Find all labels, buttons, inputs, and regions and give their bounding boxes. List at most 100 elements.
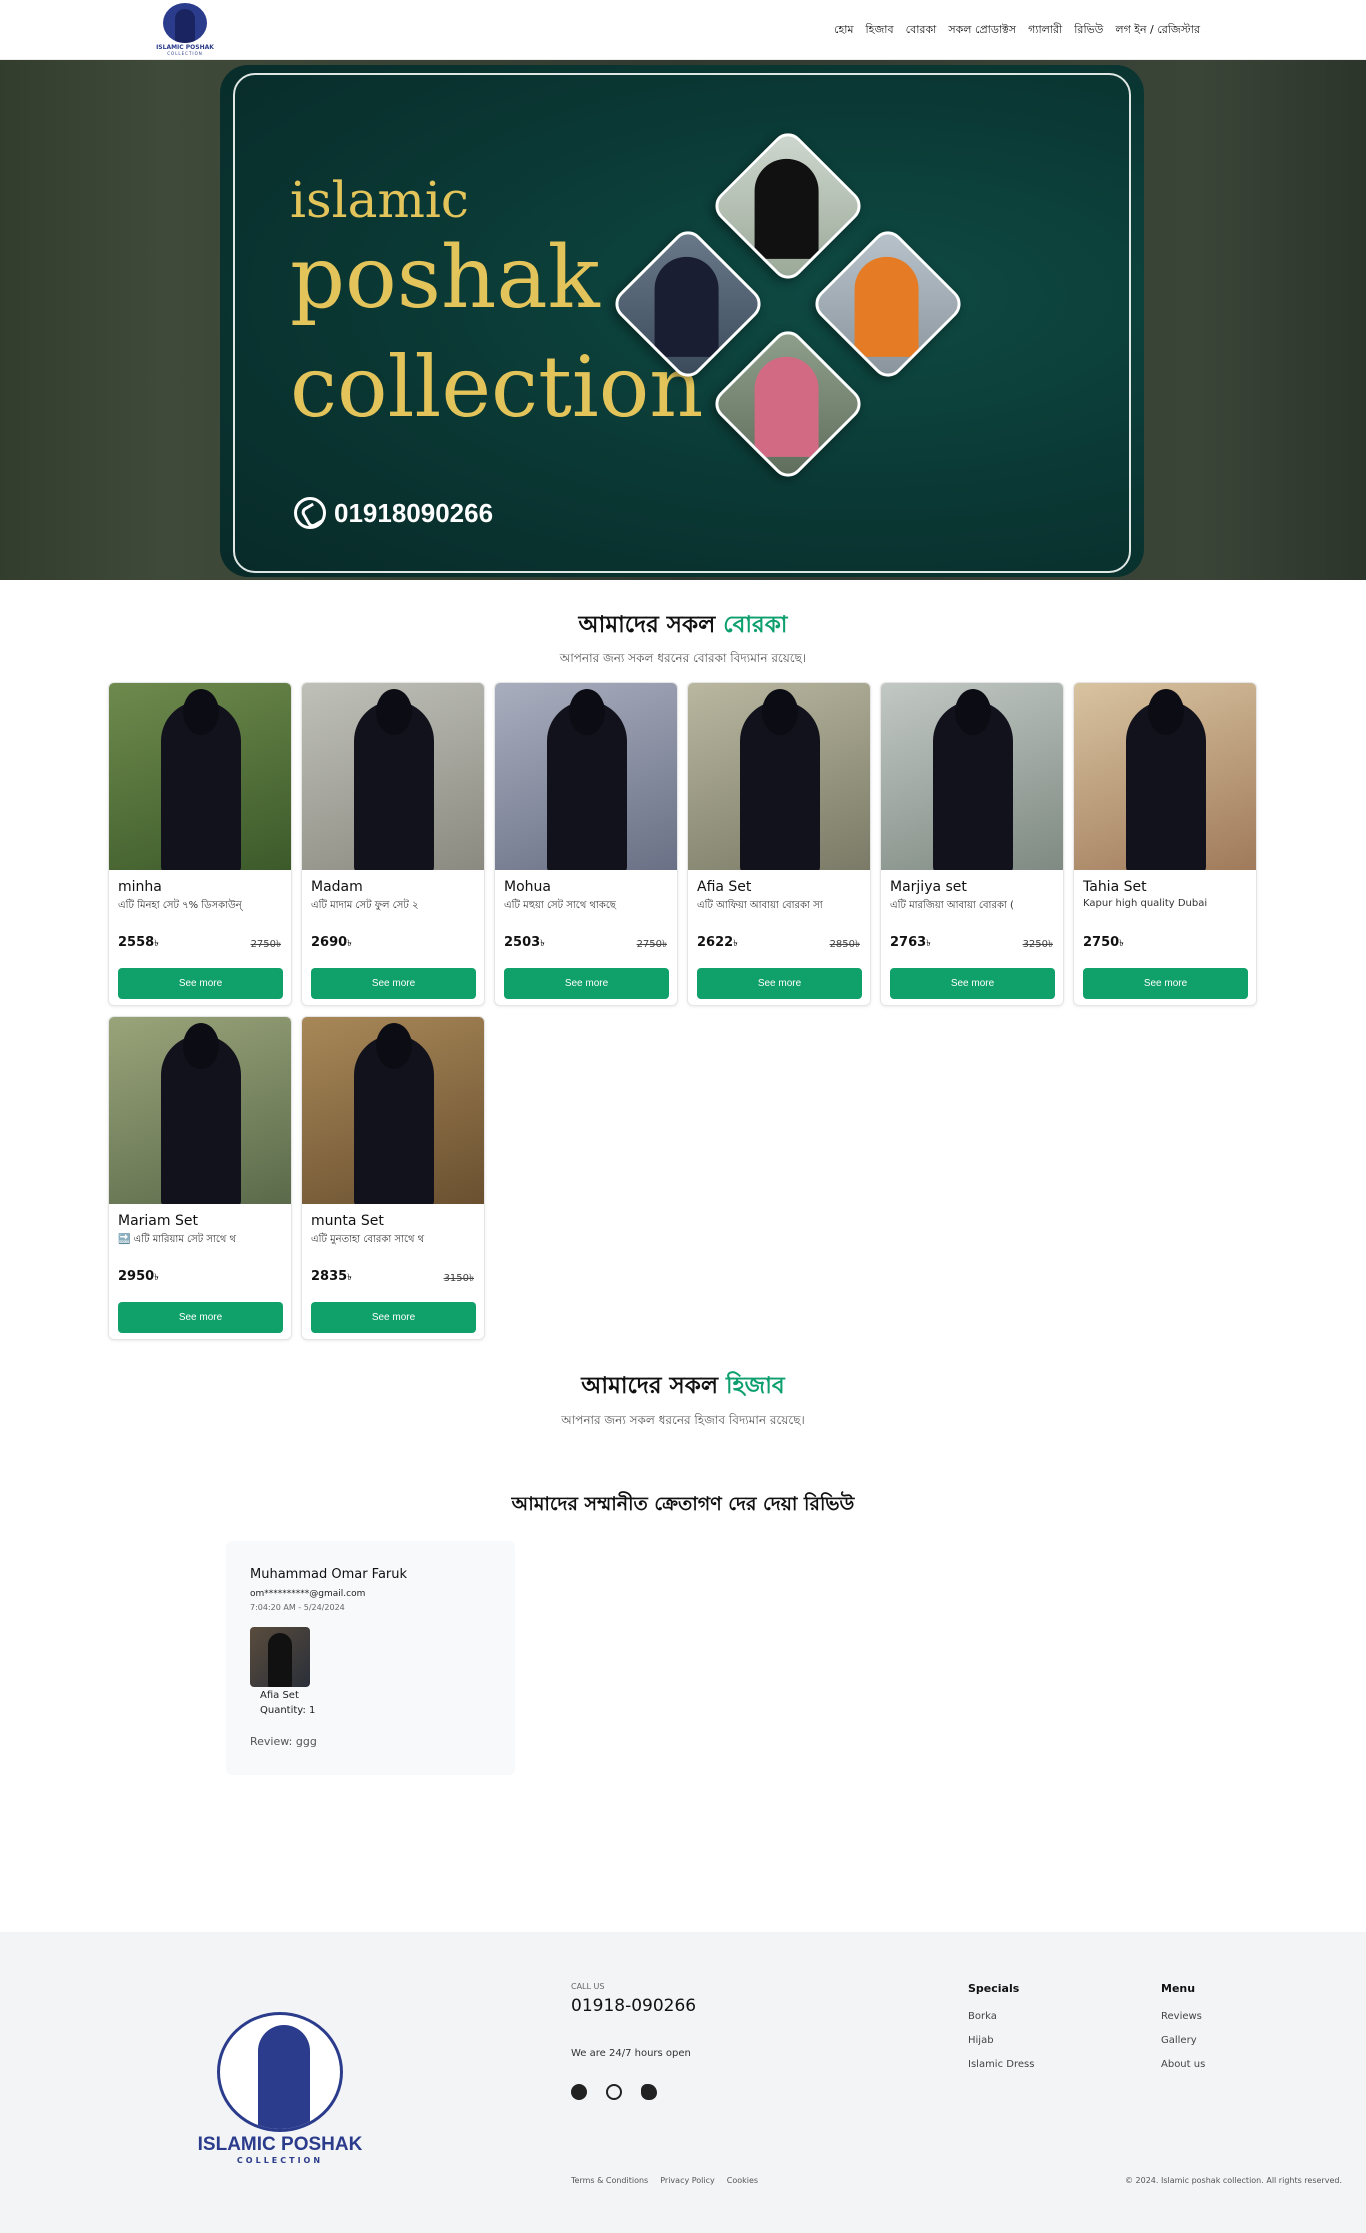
product-image[interactable] [495,683,677,870]
terms-link[interactable]: Terms & Conditions [571,2176,648,2185]
hijab-section-title: আমাদের সকল হিজাব [581,1372,785,1399]
product-card[interactable]: Madam এটি মাদাম সেট ফুল সেট ২ 2690৳ See mor… [301,682,485,1006]
footer-logo[interactable]: ISLAMIC POSHAK COLLECTION [180,2012,380,2165]
review-product-name: Afia Set [260,1690,299,1701]
footer-link-borka[interactable]: Borka [968,2011,1034,2022]
see-more-button[interactable]: See more [890,968,1055,999]
review-text: Review: ggg [250,1735,317,1748]
site-logo[interactable]: ISLAMIC POSHAK COLLECTION [152,3,218,57]
product-image[interactable] [109,683,291,870]
product-price: 2950৳ [118,1269,159,1284]
product-old-price: 2750৳ [636,939,667,950]
footer-specials-title: Specials [968,1982,1020,1995]
product-description: এটি মহুয়া সেট সাথে থাকছে [504,900,616,911]
footer-logo-emblem-icon [217,2012,343,2132]
product-name[interactable]: Mohua [504,879,551,895]
logo-text: ISLAMIC POSHAK [156,44,214,51]
product-description: Kapur high quality Dubai [1083,898,1208,909]
footer-call-us-label: CALL US [571,1982,605,1991]
product-card[interactable]: Mohua এটি মহুয়া সেট সাথে থাকছে 2503৳ 2750৳… [494,682,678,1006]
footer-link-reviews[interactable]: Reviews [1161,2011,1205,2022]
product-image[interactable] [302,1017,484,1204]
product-price: 2690৳ [311,935,352,950]
hero-phone-number: 01918090266 [334,497,494,528]
hero-title-line3: collection [290,338,704,436]
footer-menu-title: Menu [1161,1982,1196,1995]
footer-menu: Menu Reviews Gallery About us [1161,1982,1205,2083]
product-image[interactable] [109,1017,291,1204]
product-name[interactable]: Mariam Set [118,1213,198,1229]
cookies-link[interactable]: Cookies [727,2176,758,2185]
logo-emblem-icon [163,3,207,43]
reviewer-name: Muhammad Omar Faruk [250,1567,408,1582]
nav-hijab[interactable]: হিজাব [866,21,894,40]
hero-phone: 01918090266 [294,497,493,529]
hero-card: islamic poshak collection 01918090266 [220,65,1144,577]
product-name[interactable]: Afia Set [697,879,751,895]
see-more-button[interactable]: See more [697,968,862,999]
see-more-button[interactable]: See more [311,1302,476,1333]
navbar: ISLAMIC POSHAK COLLECTION হোম হিজাব বোরক… [0,0,1366,60]
footer-hours: We are 24/7 hours open [571,2048,691,2059]
footer-specials: Specials Borka Hijab Islamic Dress [968,1982,1034,2083]
product-price: 2763৳ [890,935,931,950]
product-image[interactable] [688,683,870,870]
whatsapp-icon[interactable] [606,2084,622,2100]
product-description: এটি আফিয়া আবায়া বোরকা সা [697,900,823,911]
product-name[interactable]: Marjiya set [890,879,967,895]
review-product-image[interactable] [250,1627,310,1687]
privacy-link[interactable]: Privacy Policy [660,2176,715,2185]
footer-logo-subtext: COLLECTION [236,2156,324,2165]
footer-link-hijab[interactable]: Hijab [968,2035,1034,2046]
hero-title-line2: poshak [290,228,600,328]
footer-link-islamic-dress[interactable]: Islamic Dress [968,2059,1034,2070]
product-price: 2622৳ [697,935,738,950]
product-name[interactable]: munta Set [311,1213,384,1229]
footer-legal-links: Terms & Conditions Privacy Policy Cookie… [571,2176,758,2185]
see-more-button[interactable]: See more [118,968,283,999]
nav-gallery[interactable]: গ্যালারী [1028,21,1062,40]
nav-borka[interactable]: বোরকা [906,21,937,40]
nav-login-register[interactable]: লগ ইন / রেজিস্টার [1115,21,1200,40]
product-description: এটি মুনতাহা বোরকা সাথে থ [311,1234,425,1245]
twitter-icon[interactable] [641,2084,657,2100]
see-more-button[interactable]: See more [1083,968,1248,999]
hero-banner: islamic poshak collection 01918090266 [0,60,1366,580]
footer-phone[interactable]: 01918-090266 [571,1996,696,2016]
footer-link-gallery[interactable]: Gallery [1161,2035,1205,2046]
product-old-price: 2750৳ [250,939,281,950]
see-more-button[interactable]: See more [118,1302,283,1333]
hero-title-line1: islamic [290,171,469,229]
review-quantity: Quantity: 1 [260,1705,316,1716]
product-card[interactable]: Afia Set এটি আফিয়া আবায়া বোরকা সা 2622৳ 2… [687,682,871,1006]
logo-subtext: COLLECTION [167,51,203,56]
product-card[interactable]: Marjiya set এটি মারজিয়া আবায়া বোরকা ( 27… [880,682,1064,1006]
product-name[interactable]: Madam [311,879,363,895]
product-description: এটি মারজিয়া আবায়া বোরকা ( [890,900,1014,911]
product-image[interactable] [1074,683,1256,870]
product-old-price: 3150৳ [443,1273,474,1284]
nav-all-products[interactable]: সকল প্রোডাক্টস [948,21,1016,40]
phone-icon [294,497,326,529]
product-name[interactable]: Tahia Set [1083,879,1147,895]
product-image[interactable] [881,683,1063,870]
product-card[interactable]: munta Set এটি মুনতাহা বোরকা সাথে থ 2835৳ 31… [301,1016,485,1340]
see-more-button[interactable]: See more [311,968,476,999]
product-description: এটি মাদাম সেট ফুল সেট ২ [311,900,419,911]
see-more-button[interactable]: See more [504,968,669,999]
product-image[interactable] [302,683,484,870]
facebook-icon[interactable] [571,2084,587,2100]
footer-social [571,2084,657,2100]
borka-section-title: আমাদের সকল বোরকা [578,611,788,638]
product-name[interactable]: minha [118,879,162,895]
hijab-section-subtitle: আপনার জন্য সকল ধরনের হিজাব বিদ্যমান রয়ে… [561,1413,805,1427]
nav-home[interactable]: হোম [834,21,854,40]
product-card[interactable]: Tahia Set Kapur high quality Dubai 2750৳ Se… [1073,682,1257,1006]
product-description: এটি মিনহা সেট ৭% ডিসকাউন্ [118,900,242,911]
product-card[interactable]: Mariam Set 🔜 এটি মারিয়াম সেট সাথে থ 2950৳… [108,1016,292,1340]
nav-review[interactable]: রিভিউ [1074,21,1103,40]
footer-link-about[interactable]: About us [1161,2059,1205,2070]
product-card[interactable]: minha এটি মিনহা সেট ৭% ডিসকাউন্ 2558৳ 2750৳… [108,682,292,1006]
product-price: 2558৳ [118,935,159,950]
product-price: 2835৳ [311,1269,352,1284]
